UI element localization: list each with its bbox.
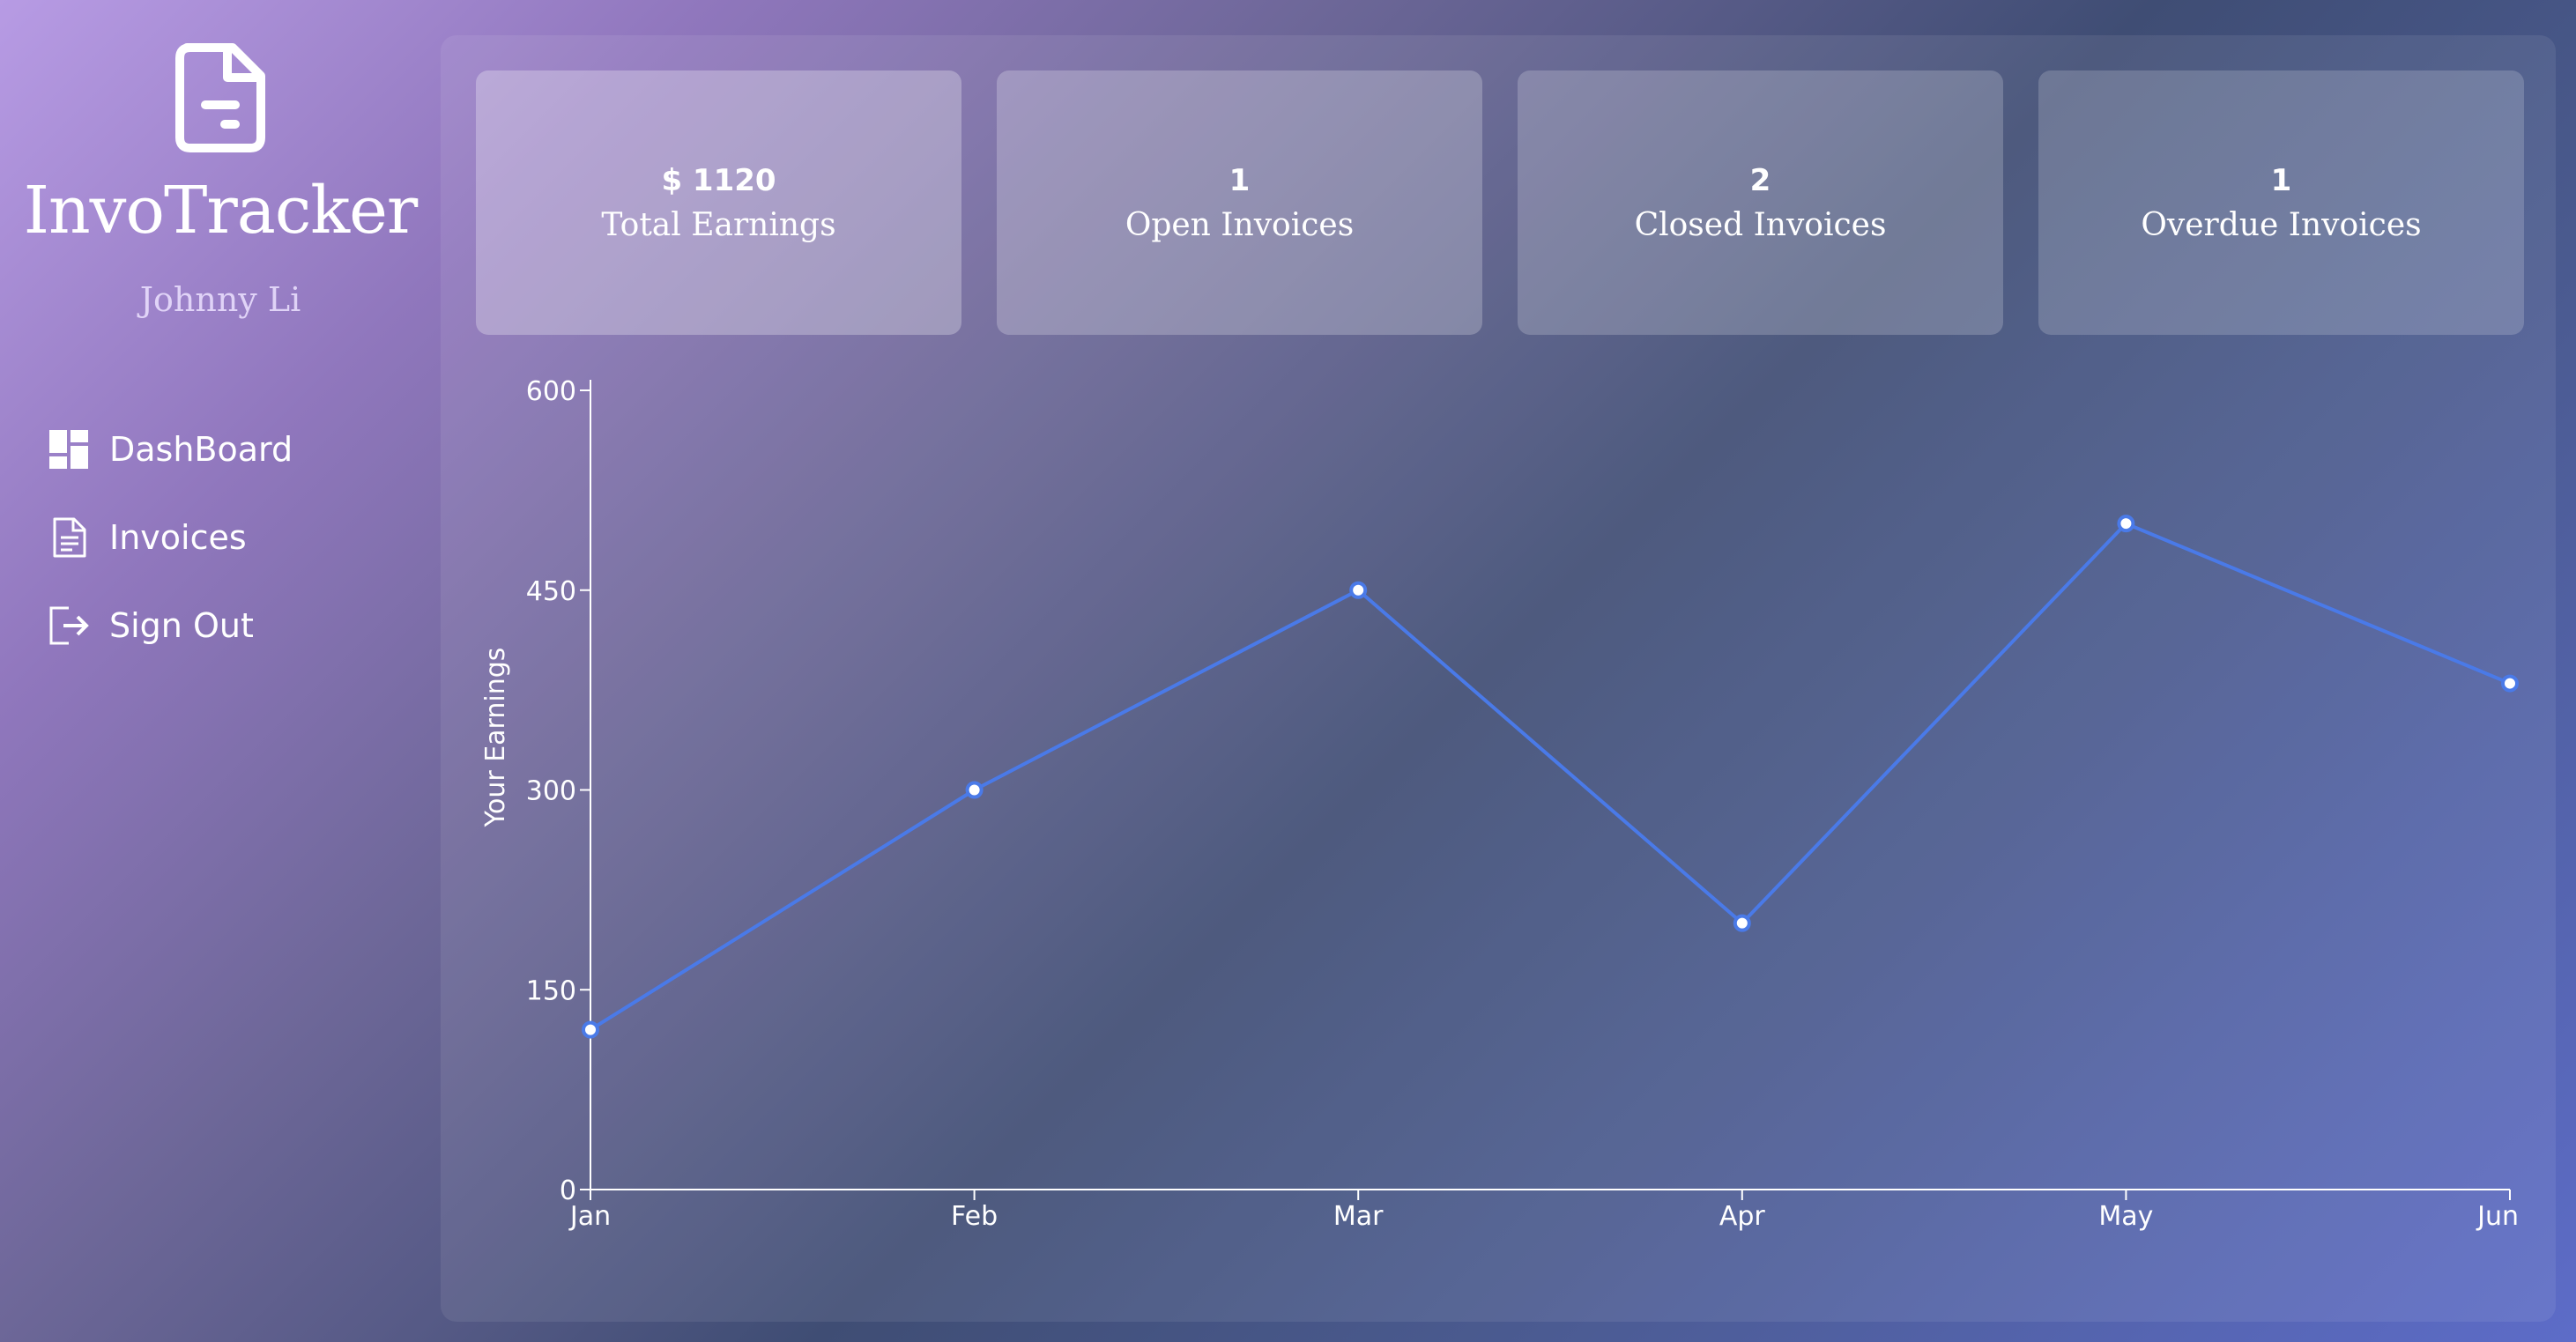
sidebar-item-invoices[interactable]: Invoices bbox=[48, 493, 418, 582]
data-point bbox=[1349, 581, 1368, 599]
x-tick-label: Apr bbox=[1719, 1201, 1766, 1232]
data-point bbox=[2117, 515, 2135, 533]
dashboard-panel: $ 1120 Total Earnings 1 Open Invoices 2 … bbox=[441, 35, 2556, 1322]
sidebar-item-label: Sign Out bbox=[109, 606, 254, 645]
x-tick-label: Jun bbox=[2476, 1201, 2519, 1232]
invoice-document-icon bbox=[175, 43, 265, 152]
sign-out-arrow-icon bbox=[48, 604, 90, 647]
y-tick-label: 150 bbox=[526, 975, 576, 1006]
y-tick-label: 300 bbox=[526, 776, 576, 807]
x-tick-label: May bbox=[2098, 1201, 2153, 1232]
sidebar-item-label: DashBoard bbox=[109, 430, 293, 469]
y-tick-label: 600 bbox=[526, 376, 576, 407]
y-tick-label: 450 bbox=[526, 576, 576, 607]
app-title: InvoTracker bbox=[23, 173, 419, 248]
sidebar-nav: DashBoard Invoices Sign Out bbox=[48, 405, 418, 670]
x-tick-label: Feb bbox=[951, 1201, 998, 1232]
invoice-document-icon bbox=[48, 516, 90, 559]
earnings-series-line bbox=[589, 522, 2511, 1032]
dashboard-grid-icon bbox=[48, 428, 90, 471]
sidebar: InvoTracker Johnny Li DashBoard Invoices… bbox=[0, 0, 441, 1342]
data-point bbox=[965, 781, 984, 799]
data-point bbox=[1733, 914, 1751, 932]
sidebar-item-label: Invoices bbox=[109, 518, 247, 557]
y-axis-label: Your Earnings bbox=[480, 648, 511, 828]
data-point bbox=[582, 1020, 599, 1039]
x-tick-label: Mar bbox=[1333, 1201, 1384, 1232]
sidebar-item-dashboard[interactable]: DashBoard bbox=[48, 405, 418, 493]
x-tick-label: Jan bbox=[568, 1201, 611, 1232]
earnings-line-chart: 0150300450600Jan Feb Mar Apr May JunYour Earn… bbox=[480, 376, 2519, 1232]
data-point bbox=[2501, 674, 2519, 693]
sidebar-item-sign-out[interactable]: Sign Out bbox=[48, 582, 418, 670]
user-name: Johnny Li bbox=[139, 280, 301, 319]
